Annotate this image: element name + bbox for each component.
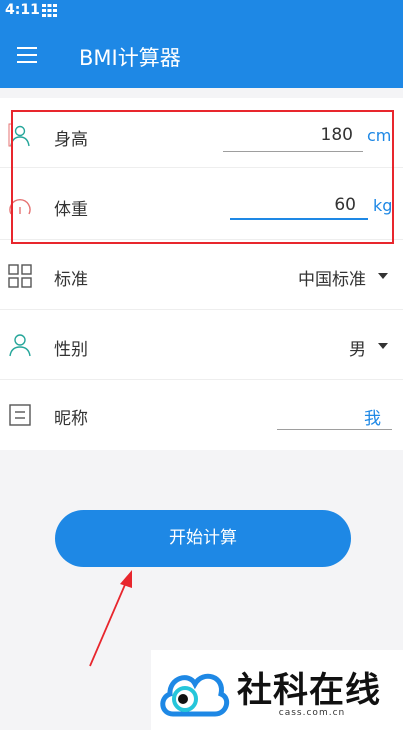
- weight-label: 体重: [54, 200, 88, 220]
- gender-label: 性别: [54, 340, 88, 360]
- hamburger-menu-icon[interactable]: [14, 42, 40, 68]
- height-input[interactable]: 180: [223, 125, 353, 145]
- gauge-icon: [9, 198, 31, 215]
- standard-dropdown[interactable]: 中国标准: [298, 265, 366, 290]
- nickname-row: 昵称 我: [0, 380, 403, 450]
- gender-dropdown[interactable]: 男: [349, 335, 366, 360]
- watermark-brand: 社科在线: [237, 671, 382, 711]
- notification-grid-icon: [42, 4, 57, 17]
- nickname-input[interactable]: 我: [277, 404, 381, 429]
- watermark: 社科在线 cass.com.cn: [151, 650, 403, 730]
- gender-row: 性别 男: [0, 310, 403, 380]
- standard-row: 标准 中国标准: [0, 240, 403, 310]
- weight-input-underline-focused: [230, 218, 368, 220]
- person-icon: [9, 334, 31, 357]
- chevron-down-icon[interactable]: [378, 273, 388, 279]
- status-bar: 4:11: [0, 0, 403, 22]
- app-bar: BMI计算器: [0, 22, 403, 88]
- weight-unit: kg: [373, 196, 393, 215]
- grid-icon: [8, 264, 32, 288]
- status-time: 4:11: [5, 2, 40, 18]
- weight-input[interactable]: 60: [230, 195, 356, 215]
- nickname-input-underline: [277, 429, 392, 430]
- height-unit: cm: [367, 126, 392, 145]
- chevron-down-icon[interactable]: [378, 343, 388, 349]
- bmi-form: 身高 180 cm 体重 60 kg 标准 中国标准 性别 男 昵称 我: [0, 98, 403, 450]
- calculate-button[interactable]: 开始计算: [55, 510, 351, 567]
- row-divider: [0, 167, 403, 168]
- person-icon: [8, 123, 30, 147]
- nickname-label: 昵称: [54, 409, 88, 429]
- height-row: 身高 180 cm: [0, 98, 403, 168]
- document-icon: [9, 404, 31, 426]
- cloud-logo-icon: [160, 673, 230, 717]
- annotation-arrow-icon: [89, 570, 132, 667]
- app-title: BMI计算器: [79, 46, 181, 70]
- height-label: 身高: [54, 130, 88, 150]
- standard-label: 标准: [54, 270, 88, 290]
- weight-row: 体重 60 kg: [0, 170, 403, 240]
- watermark-domain: cass.com.cn: [278, 708, 346, 718]
- height-input-underline: [223, 151, 363, 152]
